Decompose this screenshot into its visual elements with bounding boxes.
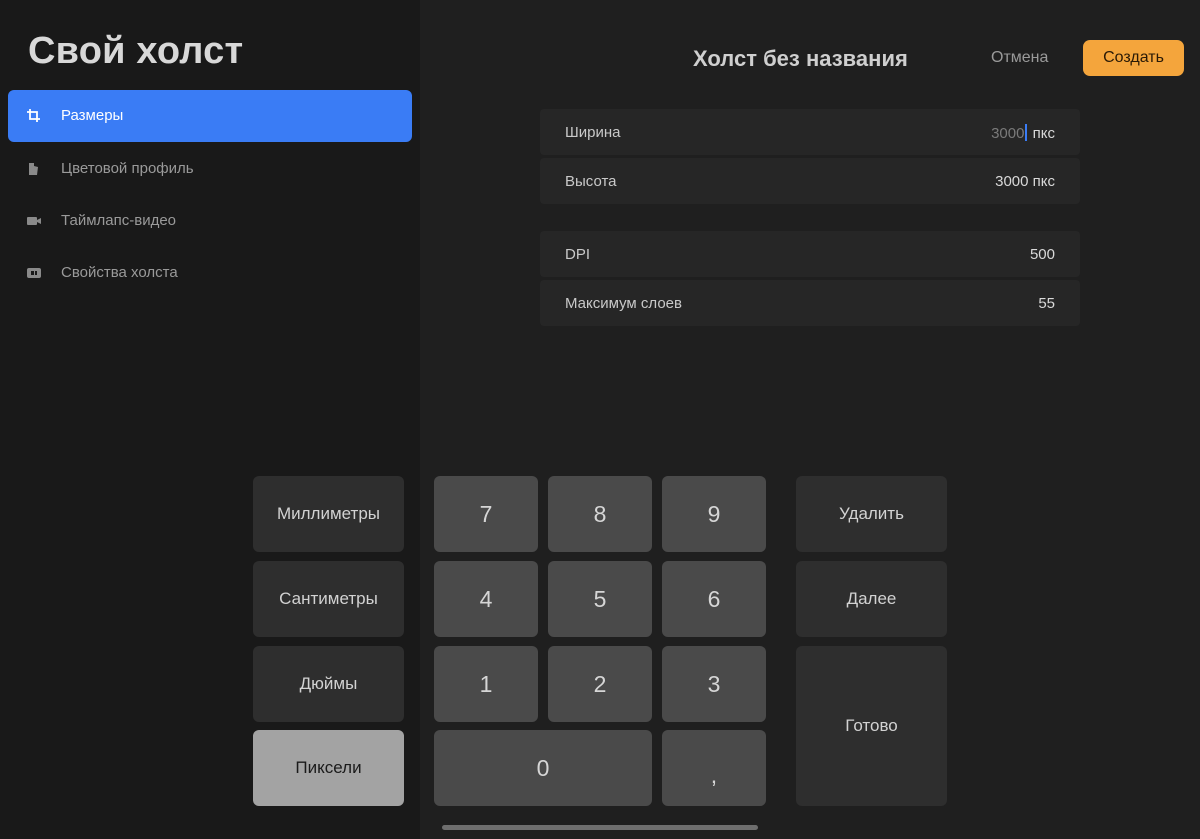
canvas-properties-icon xyxy=(26,265,42,281)
unit-centimeters-button[interactable]: Сантиметры xyxy=(253,561,404,637)
key-4[interactable]: 4 xyxy=(434,561,538,637)
key-0[interactable]: 0 xyxy=(434,730,652,806)
width-value[interactable]: 3000 пкс xyxy=(991,124,1055,142)
crop-icon xyxy=(26,108,42,124)
done-button[interactable]: Готово xyxy=(796,646,947,806)
key-6[interactable]: 6 xyxy=(662,561,766,637)
max-layers-label: Максимум слоев xyxy=(565,295,682,312)
width-field[interactable]: Ширина 3000 пкс xyxy=(540,109,1080,155)
width-input-value: 3000 xyxy=(991,125,1025,142)
width-label: Ширина xyxy=(565,124,621,141)
next-button[interactable]: Далее xyxy=(796,561,947,637)
height-field[interactable]: Высота 3000 пкс xyxy=(540,158,1080,204)
sidebar-item-label: Размеры xyxy=(61,107,124,124)
color-profile-icon xyxy=(26,161,42,177)
max-layers-field[interactable]: Максимум слоев 55 xyxy=(540,280,1080,326)
text-caret xyxy=(1025,124,1028,141)
key-7[interactable]: 7 xyxy=(434,476,538,552)
video-camera-icon xyxy=(26,213,42,229)
delete-button[interactable]: Удалить xyxy=(796,476,947,552)
dpi-field[interactable]: DPI 500 xyxy=(540,231,1080,277)
key-3[interactable]: 3 xyxy=(662,646,766,722)
home-indicator[interactable] xyxy=(442,825,758,830)
create-button[interactable]: Создать xyxy=(1083,40,1184,76)
sidebar-item-label: Цветовой профиль xyxy=(61,160,194,177)
sidebar-item-color-profile[interactable]: Цветовой профиль xyxy=(8,143,412,195)
dpi-label: DPI xyxy=(565,246,591,263)
height-label: Высота xyxy=(565,173,617,190)
canvas-title: Холст без названия xyxy=(693,46,908,71)
key-5[interactable]: 5 xyxy=(548,561,652,637)
max-layers-value: 55 xyxy=(1038,295,1055,312)
sidebar-item-canvas-properties[interactable]: Свойства холста xyxy=(8,247,412,299)
sidebar-item-label: Таймлапс-видео xyxy=(61,212,177,229)
cancel-button[interactable]: Отмена xyxy=(991,49,1048,67)
unit-pixels-button[interactable]: Пиксели xyxy=(253,730,404,806)
height-value[interactable]: 3000 пкс xyxy=(995,173,1055,190)
page-title: Свой холст xyxy=(28,30,244,72)
key-2[interactable]: 2 xyxy=(548,646,652,722)
unit-millimeters-button[interactable]: Миллиметры xyxy=(253,476,404,552)
sidebar-item-label: Свойства холста xyxy=(61,264,178,281)
sidebar-item-dimensions[interactable]: Размеры xyxy=(8,90,412,142)
key-comma[interactable]: , xyxy=(662,730,766,806)
key-8[interactable]: 8 xyxy=(548,476,652,552)
key-1[interactable]: 1 xyxy=(434,646,538,722)
sidebar-item-timelapse[interactable]: Таймлапс-видео xyxy=(8,195,412,247)
dpi-value[interactable]: 500 xyxy=(1030,246,1055,263)
width-unit: пкс xyxy=(1032,125,1055,142)
key-9[interactable]: 9 xyxy=(662,476,766,552)
unit-inches-button[interactable]: Дюймы xyxy=(253,646,404,722)
